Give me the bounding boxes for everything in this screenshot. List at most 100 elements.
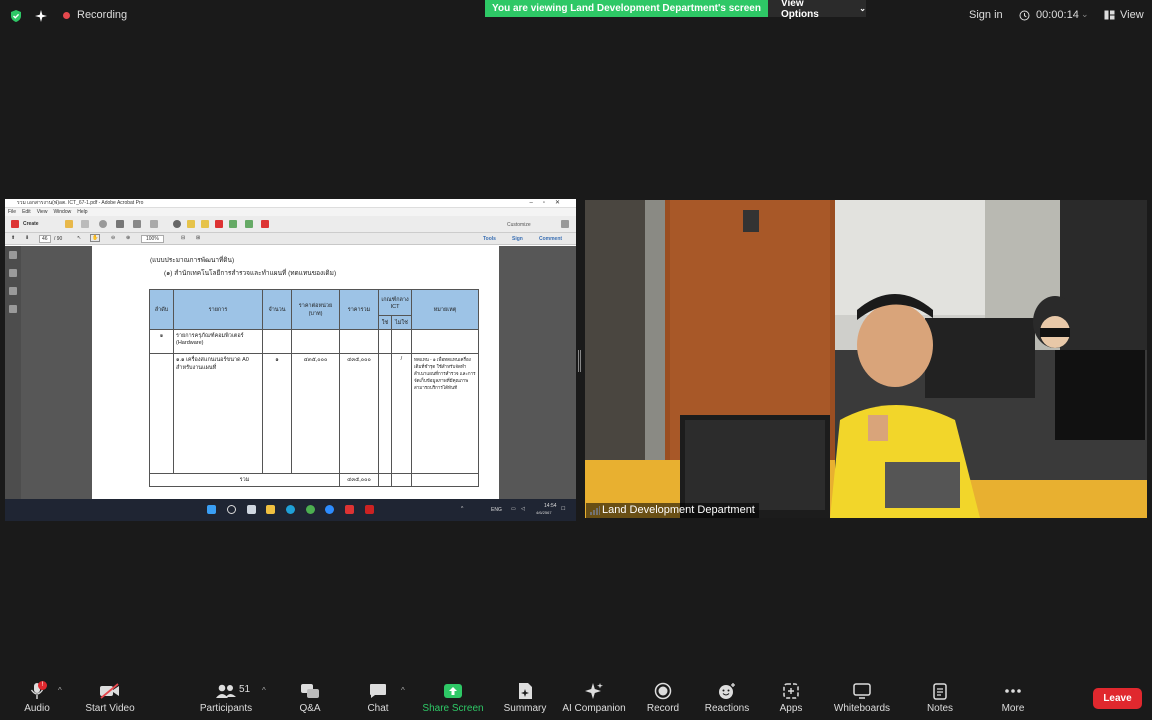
view-options-button[interactable]: View Options ⌄: [768, 0, 866, 20]
acrobat-title-bar: รวม เอกสารงาน(ฟ)อต. ICT_67-1.pdf - Adobe…: [5, 199, 576, 208]
timer-chevron-icon[interactable]: ⌄: [1081, 9, 1089, 20]
network-icon[interactable]: ▭: [511, 506, 516, 512]
fit-page-icon[interactable]: ⊟: [181, 235, 185, 241]
next-page-icon[interactable]: ⬇: [25, 235, 29, 241]
prev-page-icon[interactable]: ⬆: [11, 235, 15, 241]
comment-icon[interactable]: [187, 220, 195, 228]
page-thumbnails-icon[interactable]: [9, 251, 17, 259]
split-divider[interactable]: [578, 350, 581, 372]
audio-label: Audio: [24, 703, 50, 714]
more-label: More: [1001, 703, 1025, 714]
edit-icon[interactable]: [133, 220, 141, 228]
export-icon[interactable]: [245, 220, 253, 228]
menu-edit[interactable]: Edit: [22, 208, 31, 216]
expand-icon[interactable]: [561, 220, 569, 228]
table-subheader: ไม่ใช่: [390, 315, 413, 330]
file-explorer-icon[interactable]: [266, 505, 275, 514]
chat-options-chevron-icon[interactable]: ^: [401, 686, 405, 695]
zoom-out-icon[interactable]: ⊖: [111, 235, 115, 241]
bookmarks-icon[interactable]: [9, 269, 17, 277]
attachments-icon[interactable]: [9, 287, 17, 295]
sign-doc-icon[interactable]: [261, 220, 269, 228]
participants-button[interactable]: Participants: [186, 680, 266, 714]
sign-tab[interactable]: Sign: [512, 236, 523, 242]
more-button[interactable]: More: [973, 680, 1053, 714]
notification-icon[interactable]: ☐: [561, 506, 565, 512]
clock-time[interactable]: 14:54: [544, 503, 557, 509]
chrome-icon[interactable]: [306, 505, 315, 514]
search-icon[interactable]: [227, 505, 236, 514]
tools-tab[interactable]: Tools: [483, 236, 496, 242]
highlight-icon[interactable]: [201, 220, 209, 228]
system-tray-chevron-icon[interactable]: ^: [461, 506, 463, 512]
shared-screen[interactable]: รวม เอกสารงาน(ฟ)อต. ICT_67-1.pdf - Adobe…: [5, 199, 576, 521]
cloud-icon[interactable]: [99, 220, 107, 228]
zoom-level[interactable]: 100%: [141, 235, 164, 243]
summary-button[interactable]: Summary: [485, 680, 565, 714]
attach-icon[interactable]: [229, 220, 237, 228]
shield-icon[interactable]: [9, 9, 23, 23]
comment-tab[interactable]: Comment: [539, 236, 562, 242]
window-controls[interactable]: –▫✕: [530, 199, 571, 208]
leave-button[interactable]: Leave: [1093, 688, 1142, 709]
participants-label: Participants: [199, 703, 253, 714]
row-item: รายการครุภัณฑ์คอมพิวเตอร์ (Hardware): [173, 329, 263, 354]
print-icon[interactable]: [116, 220, 124, 228]
more-icon: [1005, 689, 1021, 693]
open-folder-icon[interactable]: [65, 220, 73, 228]
menu-view[interactable]: View: [37, 208, 48, 216]
app-icon[interactable]: [345, 505, 354, 514]
fit-width-icon[interactable]: ⊞: [196, 235, 200, 241]
create-button[interactable]: Create: [23, 221, 39, 227]
mail-icon[interactable]: [150, 220, 158, 228]
participants-options-chevron-icon[interactable]: ^: [262, 686, 266, 695]
row-note: ทดแทน - ๑ เพื่อทดแทนเครื่องเดิมที่ชำรุด …: [411, 353, 479, 474]
menu-window[interactable]: Window: [53, 208, 71, 216]
total-label: รวม: [149, 473, 340, 487]
customize-dropdown[interactable]: Customize: [507, 222, 531, 228]
task-view-icon[interactable]: [247, 505, 256, 514]
menu-help[interactable]: Help: [77, 208, 87, 216]
view-button[interactable]: View: [1104, 9, 1144, 21]
clock-date[interactable]: 4/6/2567: [536, 510, 552, 515]
windows-start-icon[interactable]: [207, 505, 216, 514]
zoom-app-icon[interactable]: [325, 505, 334, 514]
start-video-button[interactable]: Start Video: [70, 680, 150, 714]
notes-button[interactable]: Notes: [900, 680, 980, 714]
whiteboards-label: Whiteboards: [833, 703, 891, 714]
whiteboards-button[interactable]: Whiteboards: [822, 680, 902, 714]
sign-in-link[interactable]: Sign in: [969, 9, 1003, 21]
volume-icon[interactable]: ◁: [521, 506, 525, 512]
share-screen-label: Share Screen: [422, 703, 484, 714]
signatures-icon[interactable]: [9, 305, 17, 313]
save-icon[interactable]: [81, 220, 89, 228]
chat-icon: [370, 684, 386, 698]
participant-video[interactable]: [585, 200, 1147, 518]
zoom-in-icon[interactable]: ⊕: [126, 235, 130, 241]
timer-value: 00:00:14: [1036, 9, 1079, 21]
stamp-icon[interactable]: [215, 220, 223, 228]
doc-heading-2: (๑) สำนักเทคโนโลยีการสำรวจและทำแผนที่ (ท…: [164, 270, 337, 277]
page-number-input[interactable]: 46: [39, 235, 51, 243]
select-tool-icon[interactable]: ↖: [77, 235, 81, 241]
grid-view-icon: [1104, 10, 1115, 20]
chat-button[interactable]: Chat: [338, 680, 418, 714]
table-header: ราคารวม: [339, 289, 379, 330]
ai-companion-button[interactable]: AI Companion: [554, 680, 634, 714]
acrobat-icon[interactable]: [365, 505, 374, 514]
edge-browser-icon[interactable]: [286, 505, 295, 514]
settings-icon[interactable]: [173, 220, 181, 228]
language-indicator[interactable]: ENG: [491, 507, 502, 513]
reactions-icon: [719, 683, 735, 699]
share-screen-button[interactable]: Share Screen: [413, 680, 493, 714]
pdf-page[interactable]: (แบบประมาณการพัฒนาที่ดิน) (๑) สำนักเทคโน…: [92, 246, 499, 499]
menu-file[interactable]: File: [8, 208, 16, 216]
hand-tool-icon[interactable]: ✋: [90, 234, 101, 242]
recording-label[interactable]: Recording: [77, 9, 127, 21]
meeting-timer[interactable]: 00:00:14: [1019, 9, 1079, 21]
audio-options-chevron-icon[interactable]: ^: [58, 686, 62, 695]
table-header: รายการ: [173, 289, 263, 330]
total-value: ๔๓๕,๐๐๐: [339, 473, 379, 487]
ai-spark-icon[interactable]: [34, 9, 48, 23]
apps-button[interactable]: Apps: [751, 680, 831, 714]
